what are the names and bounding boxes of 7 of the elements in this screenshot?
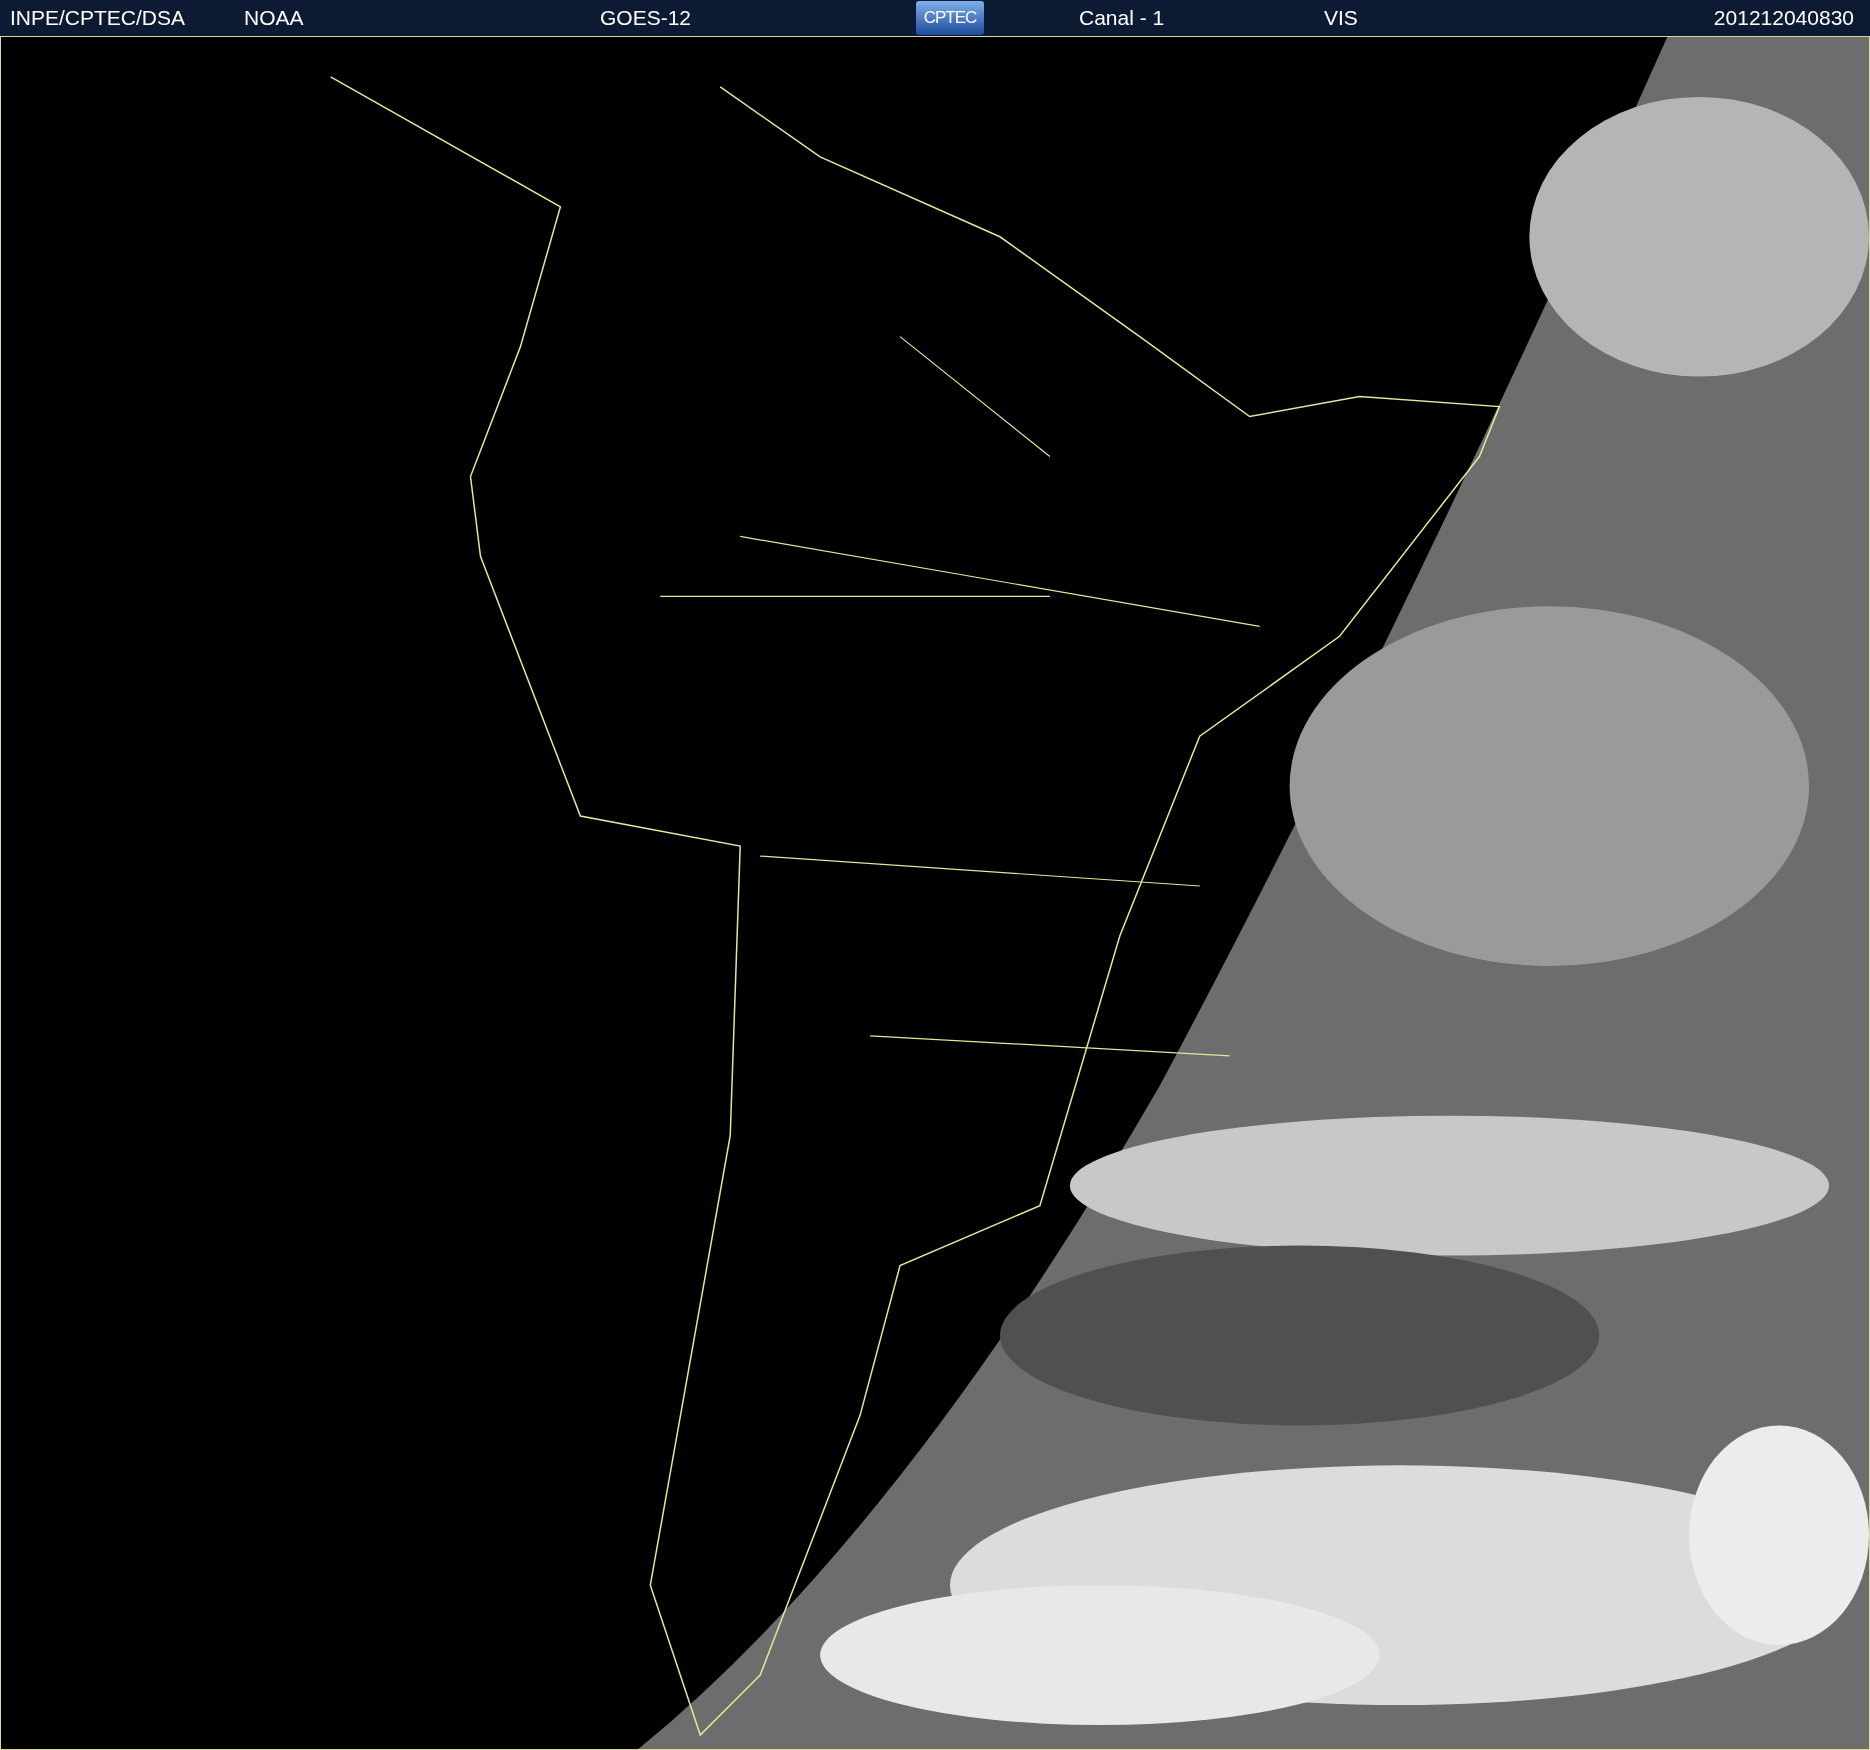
band-label: VIS (1324, 5, 1359, 32)
timestamp-label: 201212040830 (1713, 5, 1854, 32)
source-label: NOAA (244, 5, 305, 32)
satellite-label: GOES-12 (600, 5, 693, 32)
channel-label: Canal - 1 (1079, 5, 1166, 32)
logo: CPTEC (916, 1, 984, 35)
agency-label: INPE/CPTEC/DSA (10, 5, 187, 32)
